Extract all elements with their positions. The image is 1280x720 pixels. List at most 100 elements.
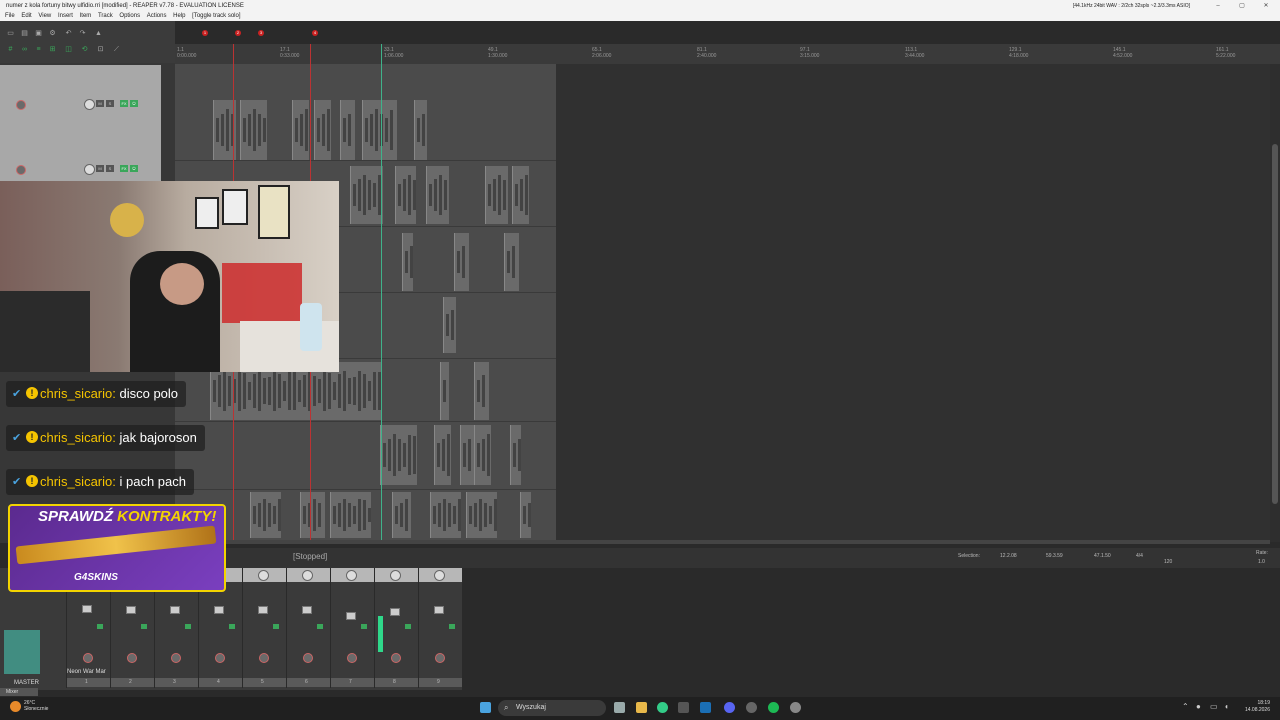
loop-icon[interactable]: ⟲ xyxy=(80,45,89,54)
pan-knob[interactable] xyxy=(346,570,357,581)
track-name-label[interactable]: Neon War Mar xyxy=(67,669,106,675)
task-view-icon[interactable] xyxy=(614,702,625,713)
media-item[interactable] xyxy=(430,492,461,538)
menu-file[interactable]: File xyxy=(5,13,15,19)
new-project-icon[interactable]: ▭ xyxy=(6,29,15,38)
vertical-scrollbar[interactable] xyxy=(1270,64,1280,542)
open-project-icon[interactable]: ▤ xyxy=(20,29,29,38)
menu-view[interactable]: View xyxy=(38,13,51,19)
media-item[interactable] xyxy=(474,362,489,420)
media-item[interactable] xyxy=(426,166,449,224)
record-arm-icon[interactable] xyxy=(171,653,181,663)
trim-icon[interactable]: ⟋ xyxy=(112,45,121,54)
media-item[interactable] xyxy=(474,425,491,485)
record-arm-icon[interactable] xyxy=(83,653,93,663)
undo-icon[interactable]: ↶ xyxy=(64,29,73,38)
weather-icon[interactable] xyxy=(10,701,21,712)
network-icon[interactable]: ▭ xyxy=(1210,702,1218,711)
menu-help[interactable]: Help xyxy=(173,13,185,19)
ripple-icon[interactable]: ≡ xyxy=(34,45,43,54)
menu-options[interactable]: Options xyxy=(119,13,140,19)
taskbar-clock[interactable]: 18:19 14.08.2026 xyxy=(1238,700,1270,714)
media-item[interactable] xyxy=(443,297,456,353)
vertical-scroll-thumb[interactable] xyxy=(1272,144,1278,504)
tempo-bpm[interactable]: 120 xyxy=(1164,559,1172,565)
grid-icon[interactable]: # xyxy=(6,45,15,54)
record-arm-icon[interactable] xyxy=(127,653,137,663)
steam-icon[interactable] xyxy=(700,702,711,713)
media-item[interactable] xyxy=(434,425,451,485)
volume-icon[interactable]: ◖ xyxy=(1224,702,1229,711)
maximize-icon[interactable]: ▢ xyxy=(1232,0,1252,12)
record-arm-icon[interactable] xyxy=(391,653,401,663)
fx-button[interactable]: FX xyxy=(120,100,128,107)
project-marker[interactable]: 2 xyxy=(235,30,241,36)
lock-toggle-icon[interactable]: ⊡ xyxy=(96,45,105,54)
microphone-icon[interactable]: ● xyxy=(1196,702,1201,711)
start-menu-icon[interactable] xyxy=(480,702,491,713)
media-item[interactable] xyxy=(240,100,267,160)
lock-icon[interactable]: ▲ xyxy=(94,29,103,38)
volume-fader[interactable] xyxy=(126,606,136,614)
reaper-icon[interactable] xyxy=(790,702,801,713)
track-row-1[interactable]: M S FX ⏻ xyxy=(14,99,164,111)
fx-indicator[interactable] xyxy=(97,624,103,629)
minimize-icon[interactable]: – xyxy=(1208,0,1228,12)
mixer-strip[interactable] xyxy=(330,568,374,688)
file-explorer-icon[interactable] xyxy=(636,702,647,713)
volume-fader[interactable] xyxy=(258,606,268,614)
tray-chevron-icon[interactable]: ⌃ xyxy=(1182,702,1189,711)
selection-end[interactable]: 59.3.59 xyxy=(1046,553,1063,559)
media-item[interactable] xyxy=(485,166,508,224)
volume-fader[interactable] xyxy=(346,612,356,620)
playhead-cursor[interactable] xyxy=(381,44,382,542)
solo-button[interactable]: S xyxy=(106,100,114,107)
media-item[interactable] xyxy=(520,492,531,538)
mixer-strip[interactable] xyxy=(418,568,462,688)
fx-bypass-icon[interactable]: ⏻ xyxy=(130,165,138,172)
project-marker[interactable]: 3 xyxy=(258,30,264,36)
chrome-icon[interactable] xyxy=(657,702,668,713)
fx-indicator[interactable] xyxy=(317,624,323,629)
media-item[interactable] xyxy=(362,100,397,160)
media-item[interactable] xyxy=(340,100,355,160)
fx-indicator[interactable] xyxy=(361,624,367,629)
fx-bypass-icon[interactable]: ⏻ xyxy=(130,100,138,107)
media-item[interactable] xyxy=(392,492,411,538)
menu-item[interactable]: Item xyxy=(80,13,92,19)
media-item[interactable] xyxy=(402,233,413,291)
mixer-strip[interactable] xyxy=(286,568,330,688)
weather-widget[interactable]: 26°C Słonecznie xyxy=(24,700,48,712)
menu-track[interactable]: Track xyxy=(98,13,113,19)
save-project-icon[interactable]: ▣ xyxy=(34,29,43,38)
fx-indicator[interactable] xyxy=(141,624,147,629)
menu-actions[interactable]: Actions xyxy=(147,13,167,19)
pan-knob[interactable] xyxy=(390,570,401,581)
track-row-2[interactable]: M S FX ⏻ xyxy=(14,164,164,176)
selection-start[interactable]: 12.2.08 xyxy=(1000,553,1017,559)
pan-knob[interactable] xyxy=(258,570,269,581)
media-item[interactable] xyxy=(454,233,469,291)
record-arm-icon[interactable] xyxy=(303,653,313,663)
time-signature[interactable]: 4/4 xyxy=(1136,553,1143,559)
obs-icon[interactable] xyxy=(746,702,757,713)
media-item[interactable] xyxy=(440,362,449,420)
mute-button[interactable]: M xyxy=(96,100,104,107)
volume-fader[interactable] xyxy=(302,606,312,614)
media-item[interactable] xyxy=(512,166,529,224)
mute-button[interactable]: M xyxy=(96,165,104,172)
media-item[interactable] xyxy=(300,492,325,538)
volume-fader[interactable] xyxy=(434,606,444,614)
horizontal-scrollbar[interactable] xyxy=(175,540,1270,544)
pan-knob[interactable] xyxy=(302,570,313,581)
media-item[interactable] xyxy=(292,100,309,160)
snap-icon[interactable]: ∞ xyxy=(20,45,29,54)
media-item[interactable] xyxy=(380,425,417,485)
media-item[interactable] xyxy=(350,166,383,224)
rate-value[interactable]: 1.0 xyxy=(1258,559,1265,565)
media-item[interactable] xyxy=(414,100,427,160)
fx-indicator[interactable] xyxy=(405,624,411,629)
media-item[interactable] xyxy=(330,492,371,538)
volume-fader[interactable] xyxy=(214,606,224,614)
fx-button[interactable]: FX xyxy=(120,165,128,172)
